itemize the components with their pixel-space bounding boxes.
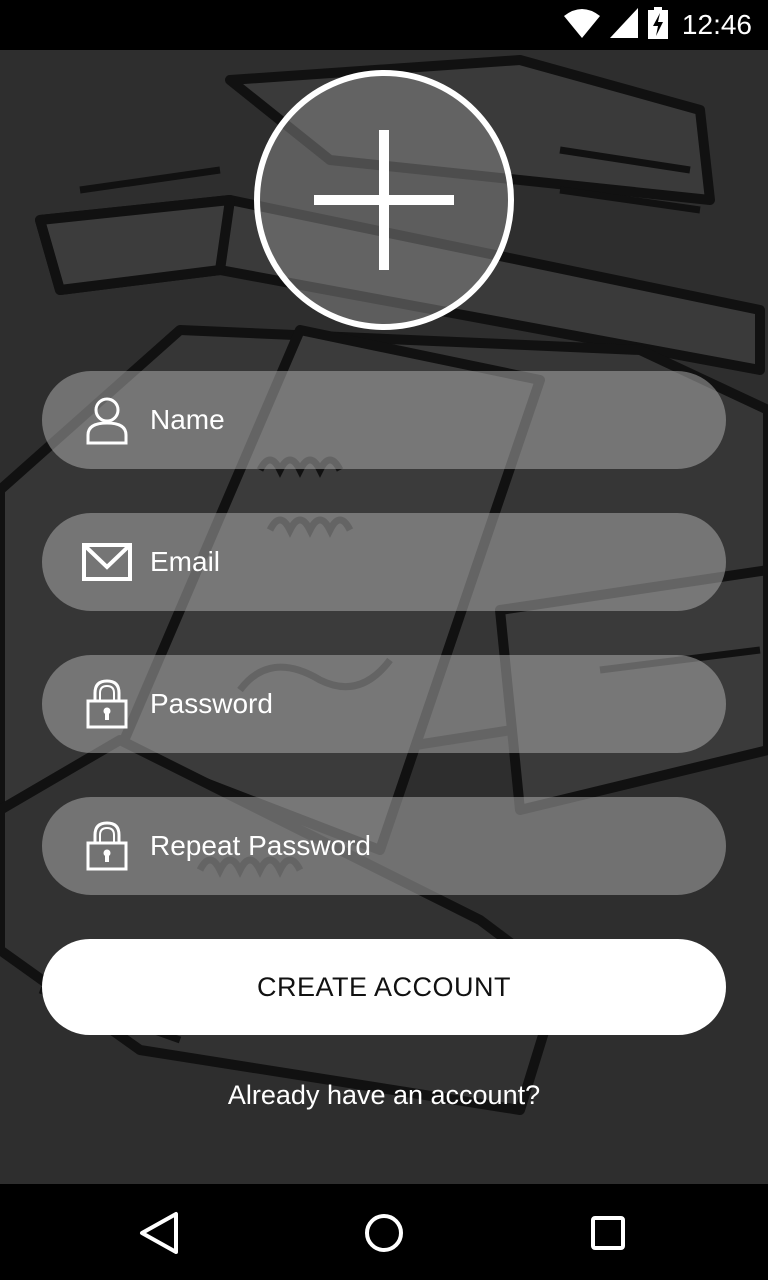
create-account-button[interactable]: CREATE ACCOUNT bbox=[42, 939, 726, 1035]
status-bar: 12:46 bbox=[0, 0, 768, 50]
envelope-icon bbox=[82, 543, 132, 581]
home-icon[interactable] bbox=[359, 1208, 409, 1258]
signup-screen: CREATE ACCOUNT Already have an account? bbox=[0, 50, 768, 1184]
email-input[interactable] bbox=[150, 513, 690, 611]
repeat-password-field[interactable] bbox=[42, 797, 726, 895]
email-field[interactable] bbox=[42, 513, 726, 611]
wifi-icon bbox=[563, 8, 600, 43]
navigation-bar bbox=[0, 1184, 768, 1280]
name-field[interactable] bbox=[42, 371, 726, 469]
battery-charging-icon bbox=[647, 6, 668, 44]
lock-icon bbox=[86, 679, 128, 729]
password-field[interactable] bbox=[42, 655, 726, 753]
recents-icon[interactable] bbox=[583, 1208, 633, 1258]
back-icon[interactable] bbox=[134, 1208, 184, 1258]
lock-icon bbox=[86, 821, 128, 871]
add-photo-button[interactable] bbox=[254, 70, 514, 330]
name-input[interactable] bbox=[150, 371, 690, 469]
person-icon bbox=[86, 397, 128, 445]
password-input[interactable] bbox=[150, 655, 690, 753]
repeat-password-input[interactable] bbox=[150, 797, 690, 895]
login-link[interactable]: Already have an account? bbox=[0, 1080, 768, 1111]
signal-icon bbox=[609, 7, 638, 43]
status-time: 12:46 bbox=[681, 9, 752, 40]
add-photo-plus-icon bbox=[314, 130, 454, 270]
